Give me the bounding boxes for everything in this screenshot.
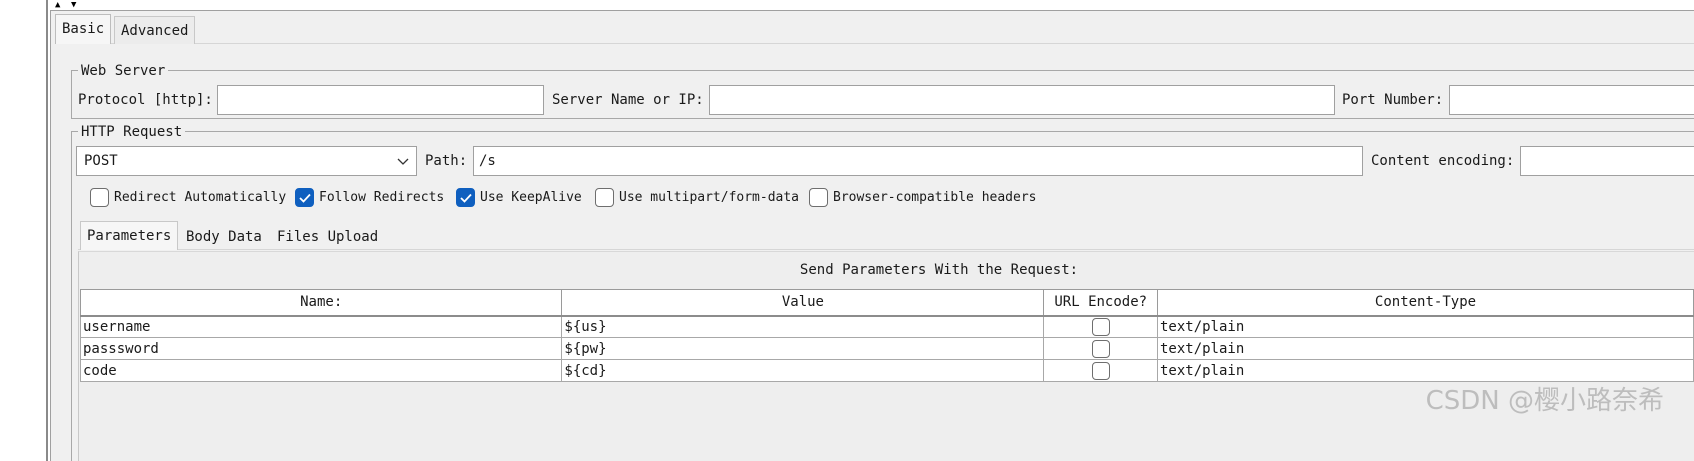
- param-name-cell[interactable]: passsword: [79, 337, 563, 360]
- path-label: Path:: [425, 153, 468, 169]
- check-icon: [460, 193, 472, 203]
- table-row[interactable]: username ${us} text/plain: [79, 315, 1694, 338]
- parameters-table: Name: Value URL Encode? Content-Type use…: [79, 289, 1694, 382]
- url-encode-checkbox[interactable]: [1091, 361, 1110, 380]
- tab-strip-divider: [55, 43, 1694, 44]
- redirect-automatically-option[interactable]: Redirect Automatically: [90, 186, 286, 208]
- url-encode-cell[interactable]: [1043, 315, 1158, 338]
- left-gutter: [0, 0, 46, 461]
- watermark: CSDN @樱小路奈希: [1425, 386, 1664, 416]
- web-server-group-title: Web Server: [78, 63, 169, 79]
- content-encoding-input[interactable]: [1520, 146, 1694, 176]
- url-encode-cell[interactable]: [1043, 337, 1158, 360]
- url-encode-checkbox[interactable]: [1091, 317, 1110, 336]
- method-value: POST: [84, 153, 118, 169]
- check-icon: [299, 193, 311, 203]
- use-multipart-checkbox[interactable]: [595, 187, 614, 207]
- column-header-url-encode[interactable]: URL Encode?: [1043, 289, 1158, 317]
- url-encode-cell[interactable]: [1043, 359, 1158, 382]
- redirect-automatically-checkbox[interactable]: [90, 187, 109, 207]
- port-number-label: Port Number:: [1342, 92, 1444, 108]
- tab-files-upload[interactable]: Files Upload: [271, 223, 384, 251]
- top-divider: [50, 10, 1694, 11]
- param-value-cell[interactable]: ${pw}: [561, 337, 1045, 360]
- use-multipart-option[interactable]: Use multipart/form-data: [595, 186, 799, 208]
- param-name-cell[interactable]: code: [79, 359, 563, 382]
- content-type-cell[interactable]: text/plain: [1156, 315, 1694, 338]
- browser-compatible-headers-option[interactable]: Browser-compatible headers: [809, 186, 1037, 208]
- params-caption: Send Parameters With the Request:: [799, 262, 1079, 278]
- param-name-cell[interactable]: username: [79, 315, 563, 338]
- tab-body-data[interactable]: Body Data: [180, 223, 268, 251]
- content-type-cell[interactable]: text/plain: [1156, 359, 1694, 382]
- column-header-content-type[interactable]: Content-Type: [1156, 289, 1694, 317]
- method-dropdown[interactable]: POST: [76, 146, 417, 176]
- server-name-label: Server Name or IP:: [552, 92, 704, 108]
- tab-basic[interactable]: Basic: [55, 14, 112, 44]
- table-row[interactable]: code ${cd} text/plain: [79, 359, 1694, 382]
- column-header-value[interactable]: Value: [561, 289, 1045, 317]
- column-header-name[interactable]: Name:: [79, 289, 563, 317]
- content-type-cell[interactable]: text/plain: [1156, 337, 1694, 360]
- chevron-down-icon: [397, 158, 409, 165]
- server-name-input[interactable]: [709, 85, 1335, 115]
- collapse-up-icon[interactable]: ▲: [55, 1, 60, 10]
- follow-redirects-option[interactable]: Follow Redirects: [295, 186, 444, 208]
- table-header-row: Name: Value URL Encode? Content-Type: [79, 289, 1694, 317]
- use-keepalive-checkbox[interactable]: [456, 187, 475, 207]
- protocol-input[interactable]: [217, 85, 544, 115]
- path-input[interactable]: /s: [473, 146, 1363, 176]
- browser-compatible-headers-checkbox[interactable]: [809, 187, 828, 207]
- param-value-cell[interactable]: ${cd}: [561, 359, 1045, 382]
- http-request-group-title: HTTP Request: [78, 124, 186, 140]
- follow-redirects-checkbox[interactable]: [295, 187, 314, 207]
- tab-parameters[interactable]: Parameters: [80, 221, 179, 250]
- port-number-input[interactable]: [1449, 85, 1694, 115]
- collapse-down-icon[interactable]: ▼: [71, 1, 76, 10]
- tab-advanced[interactable]: Advanced: [114, 16, 196, 44]
- splitter-divider[interactable]: [46, 0, 48, 461]
- param-value-cell[interactable]: ${us}: [561, 315, 1045, 338]
- url-encode-checkbox[interactable]: [1091, 339, 1110, 358]
- content-encoding-label: Content encoding:: [1371, 153, 1515, 169]
- protocol-label: Protocol [http]:: [78, 92, 213, 108]
- table-row[interactable]: passsword ${pw} text/plain: [79, 337, 1694, 360]
- use-keepalive-option[interactable]: Use KeepAlive: [456, 186, 582, 208]
